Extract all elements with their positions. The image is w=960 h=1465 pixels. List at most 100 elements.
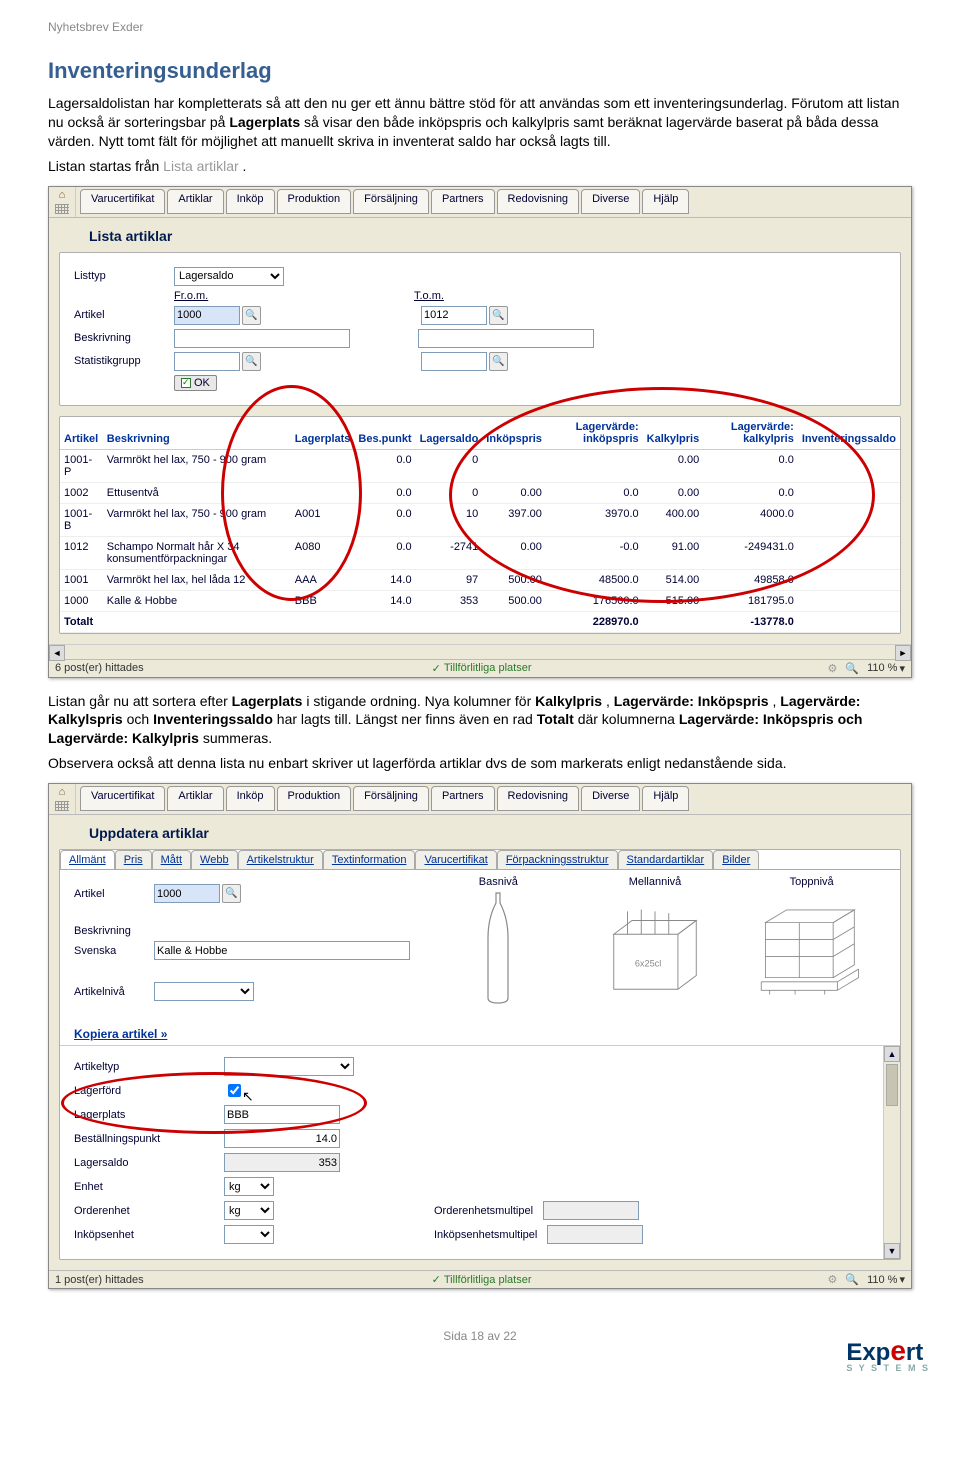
subtab-textinformation[interactable]: Textinformation <box>323 850 416 869</box>
subtab-matt[interactable]: Mått <box>152 850 191 869</box>
menu-partners[interactable]: Partners <box>431 189 495 214</box>
artikel-to-input[interactable] <box>421 306 487 325</box>
table-row: 1000Kalle & HobbeBBB14.0353500.00176500.… <box>60 590 900 611</box>
col-kalkylpris[interactable]: Kalkylpris <box>643 417 704 450</box>
svenska-label: Svenska <box>74 945 154 957</box>
kw-lagervarde-inkopspris: Lagervärde: Inköpspris <box>614 693 769 709</box>
lagerplats-input[interactable] <box>224 1105 340 1124</box>
subtab-forpackningsstruktur[interactable]: Förpackningsstruktur <box>497 850 618 869</box>
scroll-down-icon[interactable]: ▼ <box>884 1243 900 1259</box>
col-artikel[interactable]: Artikel <box>60 417 103 450</box>
col-lagervarde-kalkylpris[interactable]: Lagervärde: kalkylpris <box>703 417 798 450</box>
col-bespunkt[interactable]: Bes.punkt <box>354 417 415 450</box>
menu-produktion[interactable]: Produktion <box>277 189 352 214</box>
artikelniva-select[interactable] <box>154 982 254 1001</box>
col-inkopspris[interactable]: Inköpspris <box>482 417 546 450</box>
update-panel: Allmänt Pris Mått Webb Artikelstruktur T… <box>59 849 901 1260</box>
artikel-search-icon[interactable]: 🔍 <box>222 884 241 903</box>
col-beskrivning[interactable]: Beskrivning <box>103 417 291 450</box>
artikel-input-2[interactable] <box>154 884 220 903</box>
subtab-bilder[interactable]: Bilder <box>713 850 759 869</box>
zoom-dropdown-icon-2[interactable]: ▾ <box>899 1273 905 1286</box>
table-row: 1012Schampo Normalt hår X 34 konsumentfö… <box>60 536 900 569</box>
subtab-webb[interactable]: Webb <box>191 850 238 869</box>
gear-icon-2[interactable]: ⚙ <box>828 1273 838 1286</box>
main-menubar-2: Varucertifikat Artiklar Inköp Produktion… <box>76 784 911 814</box>
zoom-search-icon-2[interactable]: 🔍 <box>845 1273 859 1286</box>
orderenhet-select[interactable]: kg <box>224 1201 274 1220</box>
artikel-from-input[interactable] <box>174 306 240 325</box>
col-lagervarde-inkopspris[interactable]: Lagervärde: inköpspris <box>546 417 643 450</box>
statgrupp-to-search-icon[interactable]: 🔍 <box>489 352 508 371</box>
lagersaldo-label: Lagersaldo <box>74 1157 224 1169</box>
menu-redovisning[interactable]: Redovisning <box>497 189 580 214</box>
table-row: 1001Varmrökt hel lax, hel låda 12AAA14.0… <box>60 569 900 590</box>
mellanniva-label: Mellannivå <box>600 876 710 888</box>
beskrivning-from-input[interactable] <box>174 329 350 348</box>
page-footer: Sida 18 av 22 <box>48 1329 912 1343</box>
menu-forsaljning[interactable]: Försäljning <box>353 189 429 214</box>
menu-varucertifikat[interactable]: Varucertifikat <box>80 189 165 214</box>
menu-inkop[interactable]: Inköp <box>226 189 275 214</box>
subtab-artikelstruktur[interactable]: Artikelstruktur <box>238 850 323 869</box>
v-scrollbar[interactable]: ▲ ▼ <box>883 1046 900 1259</box>
col-inventeringssaldo[interactable]: Inventeringssaldo <box>798 417 900 450</box>
grid-icon[interactable] <box>55 204 69 214</box>
scroll-left-icon[interactable]: ◄ <box>49 645 65 661</box>
statgrupp-to-input[interactable] <box>421 352 487 371</box>
inkopsenhet-select[interactable] <box>224 1225 274 1244</box>
menu-varucertifikat[interactable]: Varucertifikat <box>80 786 165 811</box>
home-icon[interactable]: ⌂ <box>59 190 66 201</box>
para-1-kw-lagerplats: Lagerplats <box>229 114 300 130</box>
statgrupp-from-input[interactable] <box>174 352 240 371</box>
pallet-icon <box>757 888 867 1008</box>
subtab-varucertifikat[interactable]: Varucertifikat <box>415 850 496 869</box>
menu-hjalp[interactable]: Hjälp <box>642 189 689 214</box>
bottle-icon <box>443 888 553 1008</box>
zoom-dropdown-icon[interactable]: ▾ <box>899 662 905 675</box>
subtab-pris[interactable]: Pris <box>115 850 152 869</box>
kopiera-artikel-link[interactable]: Kopiera artikel » <box>74 1027 900 1041</box>
menu-forsaljning[interactable]: Försäljning <box>353 786 429 811</box>
menu-redovisning[interactable]: Redovisning <box>497 786 580 811</box>
home-icon[interactable]: ⌂ <box>59 787 66 798</box>
menu-diverse[interactable]: Diverse <box>581 189 640 214</box>
basniva-image: Basnivå <box>443 876 553 1011</box>
gear-icon[interactable]: ⚙ <box>828 662 838 675</box>
artikel-from-search-icon[interactable]: 🔍 <box>242 306 261 325</box>
beskrivning-to-input[interactable] <box>418 329 594 348</box>
scroll-up-icon[interactable]: ▲ <box>884 1046 900 1062</box>
grid-icon[interactable] <box>55 801 69 811</box>
lagerford-checkbox[interactable] <box>228 1084 241 1097</box>
artikel-label: Artikel <box>74 309 174 321</box>
listtyp-select[interactable]: Lagersaldo <box>174 267 284 286</box>
lagerplats-label: Lagerplats <box>74 1109 224 1121</box>
menu-artiklar[interactable]: Artiklar <box>167 786 223 811</box>
scroll-thumb[interactable] <box>886 1064 898 1106</box>
trust-check-icon: ✓ <box>432 1273 441 1286</box>
enhet-select[interactable]: kg <box>224 1177 274 1196</box>
col-lagerplats[interactable]: Lagerplats <box>291 417 355 450</box>
menu-hjalp[interactable]: Hjälp <box>642 786 689 811</box>
beskrivning-label: Beskrivning <box>74 332 174 344</box>
kw-inventeringssaldo: Inventeringssaldo <box>153 711 273 727</box>
orderenhet-label: Orderenhet <box>74 1205 224 1217</box>
statgrupp-from-search-icon[interactable]: 🔍 <box>242 352 261 371</box>
menu-inkop[interactable]: Inköp <box>226 786 275 811</box>
bestallningspunkt-input[interactable] <box>224 1129 340 1148</box>
subtab-standardartiklar[interactable]: Standardartiklar <box>618 850 714 869</box>
menu-partners[interactable]: Partners <box>431 786 495 811</box>
menu-diverse[interactable]: Diverse <box>581 786 640 811</box>
subtab-allmant[interactable]: Allmänt <box>60 850 115 869</box>
scroll-right-icon[interactable]: ► <box>895 645 911 661</box>
artikel-to-search-icon[interactable]: 🔍 <box>489 306 508 325</box>
ok-button[interactable]: OK <box>174 375 217 391</box>
zoom-search-icon[interactable]: 🔍 <box>845 662 859 675</box>
svg-text:6x25cl: 6x25cl <box>635 958 661 968</box>
svenska-input[interactable] <box>154 941 410 960</box>
h-scrollbar[interactable]: ◄ ► <box>49 644 911 659</box>
artikeltyp-select[interactable] <box>224 1057 354 1076</box>
col-lagersaldo[interactable]: Lagersaldo <box>416 417 483 450</box>
menu-artiklar[interactable]: Artiklar <box>167 189 223 214</box>
menu-produktion[interactable]: Produktion <box>277 786 352 811</box>
